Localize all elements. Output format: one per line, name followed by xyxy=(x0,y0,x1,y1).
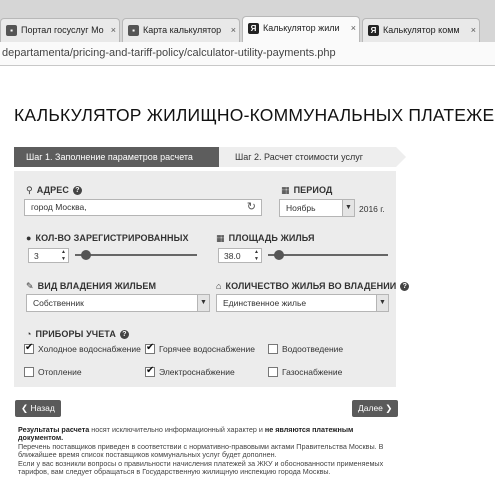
browser-tab-calculator-map[interactable]: ▪ Карта калькулятор × xyxy=(122,18,240,42)
disclaimer-text: Результаты расчета носят исключительно и… xyxy=(18,425,384,477)
address-input[interactable]: город Москва, ↻ xyxy=(24,199,262,216)
help-icon[interactable]: ? xyxy=(119,330,129,339)
meter-gas-checkbox[interactable]: Газоснабжение xyxy=(268,367,342,377)
browser-tab-gosuslugi[interactable]: ▪ Портал госуслуг Мо × xyxy=(0,18,120,42)
step-2[interactable]: Шаг 2. Расчет стоимости услуг xyxy=(219,147,406,167)
wizard-steps: Шаг 1. Заполнение параметров расчета Шаг… xyxy=(14,147,406,167)
period-month-select[interactable]: Ноябрь ▼ xyxy=(279,199,355,217)
slider-handle[interactable] xyxy=(80,250,91,260)
registered-count-slider[interactable] xyxy=(75,250,197,260)
location-pin-icon: ⚲ xyxy=(26,185,33,195)
meter-drainage-checkbox[interactable]: Водоотведение xyxy=(268,344,343,354)
grid-icon: ▦ xyxy=(216,233,225,243)
help-icon[interactable]: ? xyxy=(400,282,410,291)
registered-count-stepper[interactable]: 3 ▲ ▼ xyxy=(28,248,69,263)
browser-tab-bar: ▪ Портал госуслуг Мо × ▪ Карта калькулят… xyxy=(0,0,495,42)
help-icon[interactable]: ? xyxy=(72,186,82,195)
registered-count-label: ● КОЛ-ВО ЗАРЕГИСТРИРОВАННЫХ xyxy=(26,233,189,243)
chevron-down-icon: ▼ xyxy=(342,200,354,216)
area-label: ▦ ПЛОЩАДЬ ЖИЛЬЯ xyxy=(216,233,315,243)
checkbox[interactable] xyxy=(268,367,278,377)
edit-icon: ✎ xyxy=(26,281,34,291)
tab-label: Карта калькулятор xyxy=(143,25,222,35)
back-button[interactable]: ❮ Назад xyxy=(15,400,61,417)
url-text[interactable]: departamenta/pricing-and-tariff-policy/c… xyxy=(2,47,336,59)
yandex-favicon-icon: Я xyxy=(368,25,379,36)
close-icon[interactable]: × xyxy=(231,19,236,41)
ownership-select[interactable]: Собственник ▼ xyxy=(26,294,210,312)
page-title: КАЛЬКУЛЯТОР ЖИЛИЩНО-КОММУНАЛЬНЫХ ПЛАТЕЖЕ… xyxy=(14,105,495,125)
close-icon[interactable]: × xyxy=(351,17,356,39)
chevron-down-icon: ▼ xyxy=(376,295,388,311)
tab-label: Портал госуслуг Мо xyxy=(21,25,104,35)
checkbox[interactable] xyxy=(145,365,155,377)
browser-tab-utility-calculator[interactable]: Я Калькулятор комм × xyxy=(362,18,480,42)
meter-electricity-checkbox[interactable]: Электроснабжение xyxy=(145,365,235,377)
next-button[interactable]: Далее ❯ xyxy=(352,400,399,417)
tab-label: Калькулятор жили xyxy=(263,23,340,33)
refresh-icon[interactable]: ↻ xyxy=(247,200,256,215)
meters-label: ◔ ПРИБОРЫ УЧЕТА? xyxy=(26,329,129,339)
ownership-label: ✎ ВИД ВЛАДЕНИЯ ЖИЛЬЕМ xyxy=(26,281,157,291)
gauge-icon: ◔ xyxy=(26,329,32,339)
meter-heating-checkbox[interactable]: Отопление xyxy=(24,367,82,377)
step-1-active: Шаг 1. Заполнение параметров расчета xyxy=(14,147,229,167)
chevron-down-icon: ▼ xyxy=(197,295,209,311)
browser-tab-housing-calculator[interactable]: Я Калькулятор жили × xyxy=(242,16,360,42)
home-icon: ⌂ xyxy=(216,281,222,291)
area-stepper[interactable]: 38.0 ▲ ▼ xyxy=(218,248,262,263)
housing-count-select[interactable]: Единственное жилье ▼ xyxy=(216,294,389,312)
yandex-favicon-icon: Я xyxy=(248,23,259,34)
person-icon: ● xyxy=(26,233,32,243)
calendar-icon: ▦ xyxy=(281,185,290,195)
area-slider[interactable] xyxy=(268,250,388,260)
checkbox[interactable] xyxy=(268,344,278,354)
period-label: ▦ ПЕРИОД xyxy=(281,185,333,195)
checkbox[interactable] xyxy=(24,342,34,354)
stepper-arrows-icon[interactable]: ▲ ▼ xyxy=(253,249,260,263)
housing-count-label: ⌂ КОЛИЧЕСТВО ЖИЛЬЯ ВО ВЛАДЕНИИ? xyxy=(216,281,410,291)
meter-cold-water-checkbox[interactable]: Холодное водоснабжение xyxy=(24,342,141,354)
checkbox[interactable] xyxy=(24,367,34,377)
tab-label: Калькулятор комм xyxy=(383,25,460,35)
gov-favicon-icon: ▪ xyxy=(6,25,17,36)
slider-handle[interactable] xyxy=(273,250,284,260)
address-label: ⚲ АДРЕС? xyxy=(26,185,82,196)
stepper-arrows-icon[interactable]: ▲ ▼ xyxy=(60,249,67,263)
meter-hot-water-checkbox[interactable]: Горячее водоснабжение xyxy=(145,342,255,354)
close-icon[interactable]: × xyxy=(111,19,116,41)
address-bar[interactable]: departamenta/pricing-and-tariff-policy/c… xyxy=(0,42,495,66)
checkbox[interactable] xyxy=(145,342,155,354)
close-icon[interactable]: × xyxy=(471,19,476,41)
period-year: 2016 г. xyxy=(359,204,385,214)
chevron-right-icon: ❯ xyxy=(382,403,393,413)
gov-favicon-icon: ▪ xyxy=(128,25,139,36)
